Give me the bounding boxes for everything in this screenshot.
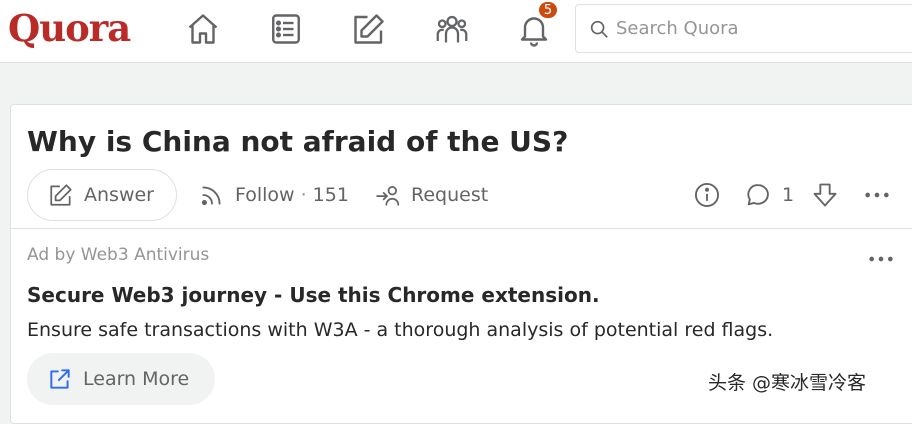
- card-divider: [11, 228, 912, 229]
- pencil-icon: [50, 184, 72, 206]
- search-box[interactable]: [575, 4, 912, 53]
- edit-icon[interactable]: [349, 9, 389, 49]
- learn-more-label: Learn More: [83, 368, 190, 390]
- request-label: Request: [411, 184, 489, 206]
- comment-icon: [747, 184, 769, 206]
- search-input[interactable]: [616, 18, 912, 39]
- search-icon: [590, 20, 608, 38]
- question-title[interactable]: Why is China not afraid of the US?: [27, 125, 568, 158]
- follow-count: 151: [312, 184, 349, 206]
- info-icon[interactable]: [693, 177, 721, 213]
- home-icon[interactable]: [183, 9, 223, 49]
- request-icon: [376, 186, 400, 206]
- ad-title[interactable]: Secure Web3 journey - Use this Chrome ex…: [27, 283, 600, 307]
- downvote-icon[interactable]: [811, 177, 839, 213]
- external-link-icon: [50, 369, 70, 389]
- notification-badge: 5: [537, 0, 559, 20]
- comment-count: 1: [782, 184, 795, 206]
- answer-label: Answer: [84, 184, 154, 206]
- ad-description: Ensure safe transactions with W3A - a th…: [27, 319, 774, 341]
- more-options-icon[interactable]: [863, 177, 891, 213]
- request-button[interactable]: Request: [375, 169, 488, 221]
- learn-more-button[interactable]: Learn More: [27, 353, 215, 405]
- comment-button[interactable]: 1: [744, 177, 794, 213]
- ad-sponsor-line[interactable]: Ad by Web3 Antivirus: [27, 245, 209, 265]
- top-navigation-bar: Quora 5: [0, 0, 912, 63]
- people-icon[interactable]: [432, 9, 472, 49]
- rss-follow-icon: [201, 186, 221, 206]
- follow-label: Follow: [235, 184, 295, 206]
- quora-logo[interactable]: Quora: [8, 6, 131, 50]
- list-icon[interactable]: [266, 9, 306, 49]
- follow-separator: ·: [300, 184, 307, 206]
- ad-more-options-icon[interactable]: [867, 245, 895, 277]
- follow-button[interactable]: Follow · 151: [199, 169, 349, 221]
- answer-button[interactable]: Answer: [27, 169, 177, 221]
- watermark-text: 头条 @寒冰雪冷客: [708, 372, 867, 394]
